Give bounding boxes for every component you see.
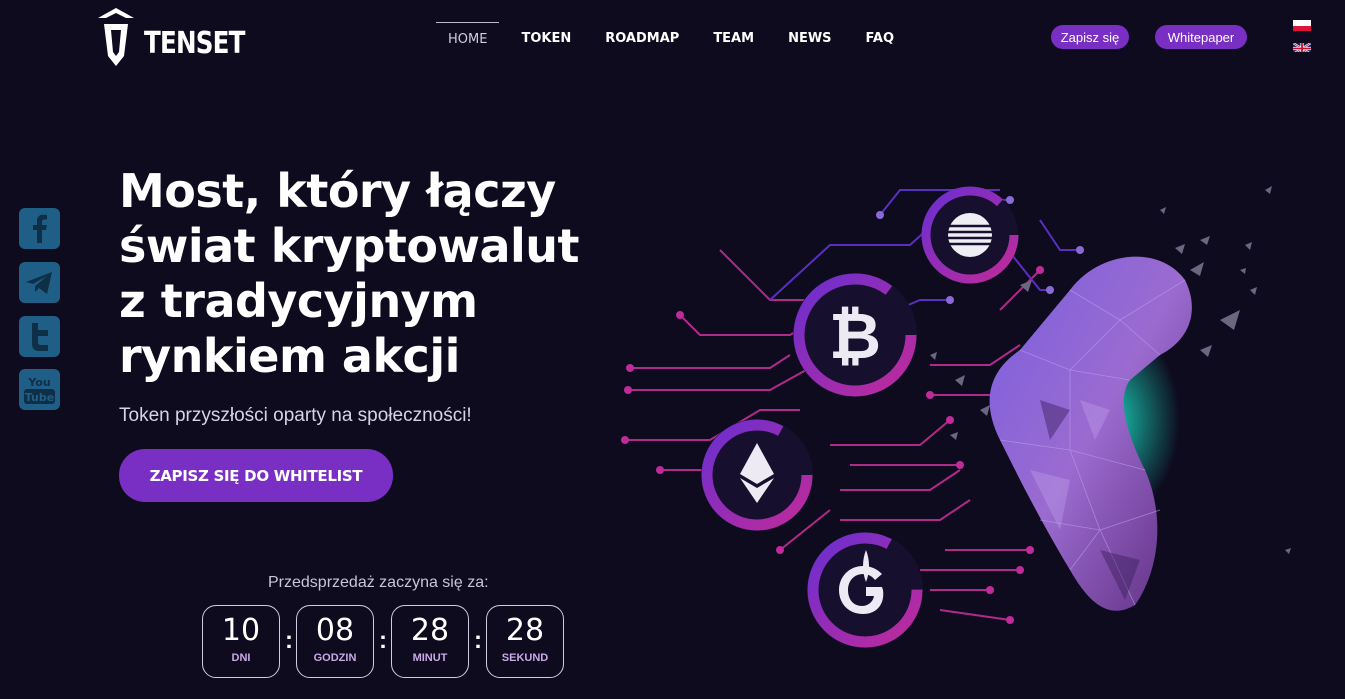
pl-flag-icon[interactable]: [1293, 20, 1311, 31]
countdown-unit-label: GODZIN: [313, 652, 357, 664]
att-coin: [921, 186, 1019, 284]
whitepaper-button[interactable]: Whitepaper: [1155, 25, 1247, 49]
countdown-value: 08: [315, 613, 355, 648]
countdown-days: 10 DNI: [202, 605, 280, 678]
hero-illustration: ₿: [621, 186, 1291, 648]
countdown-unit-label: DNI: [231, 652, 251, 664]
telegram-icon[interactable]: [18, 261, 61, 304]
nav-token[interactable]: TOKEN: [509, 22, 583, 58]
hero-headline: Most, który łączy świat kryptowalut z tr…: [119, 164, 639, 384]
countdown-hours: 08 GODZIN: [296, 605, 374, 678]
nav-roadmap[interactable]: ROADMAP: [593, 22, 691, 58]
bitcoin-icon: ₿: [829, 300, 881, 374]
headline-line: z tradycyjnym: [119, 274, 478, 328]
headline-line: świat kryptowalut: [119, 219, 580, 273]
nav-home[interactable]: HOME: [436, 22, 500, 58]
youtube-icon[interactable]: You Tube: [18, 368, 61, 411]
headline-line: Most, który łączy: [119, 164, 556, 218]
ethereum-coin: [701, 419, 813, 531]
nav-news[interactable]: NEWS: [776, 22, 843, 58]
hero-subtitle: Token przyszłości oparty na społeczności…: [119, 405, 472, 426]
brand-name: TENSET: [144, 26, 245, 61]
countdown-unit-label: MINUT: [412, 652, 448, 664]
signup-button[interactable]: Zapisz się: [1051, 25, 1129, 49]
countdown-minutes: 28 MINUT: [391, 605, 469, 678]
whitelist-signup-button[interactable]: ZAPISZ SIĘ DO WHITELIST: [119, 449, 393, 502]
gazprom-coin: [807, 532, 923, 648]
twitter-icon[interactable]: [18, 315, 61, 358]
countdown-separator: :: [285, 627, 293, 654]
facebook-icon[interactable]: [18, 207, 61, 250]
nav-team[interactable]: TEAM: [701, 22, 766, 58]
countdown-value: 28: [505, 613, 545, 648]
headline-line: rynkiem akcji: [119, 329, 460, 383]
svg-text:You: You: [27, 376, 50, 389]
att-icon: [948, 213, 992, 257]
countdown-unit-label: SEKUND: [501, 652, 549, 664]
tenset-logo-icon: [98, 8, 134, 66]
countdown-seconds: 28 SEKUND: [486, 605, 564, 678]
svg-text:Tube: Tube: [25, 391, 54, 404]
countdown-label: Przedsprzedaż zaczyna się za:: [268, 574, 489, 591]
countdown-value: 10: [221, 613, 261, 648]
main-nav: HOME TOKEN ROADMAP TEAM NEWS FAQ: [436, 22, 916, 58]
bitcoin-coin: ₿: [793, 273, 917, 397]
countdown-value: 28: [410, 613, 450, 648]
nav-faq[interactable]: FAQ: [854, 22, 907, 58]
countdown-separator: :: [379, 627, 387, 654]
tenset-logo[interactable]: TENSET: [94, 4, 245, 70]
countdown-separator: :: [474, 627, 482, 654]
uk-flag-icon[interactable]: [1293, 41, 1311, 52]
